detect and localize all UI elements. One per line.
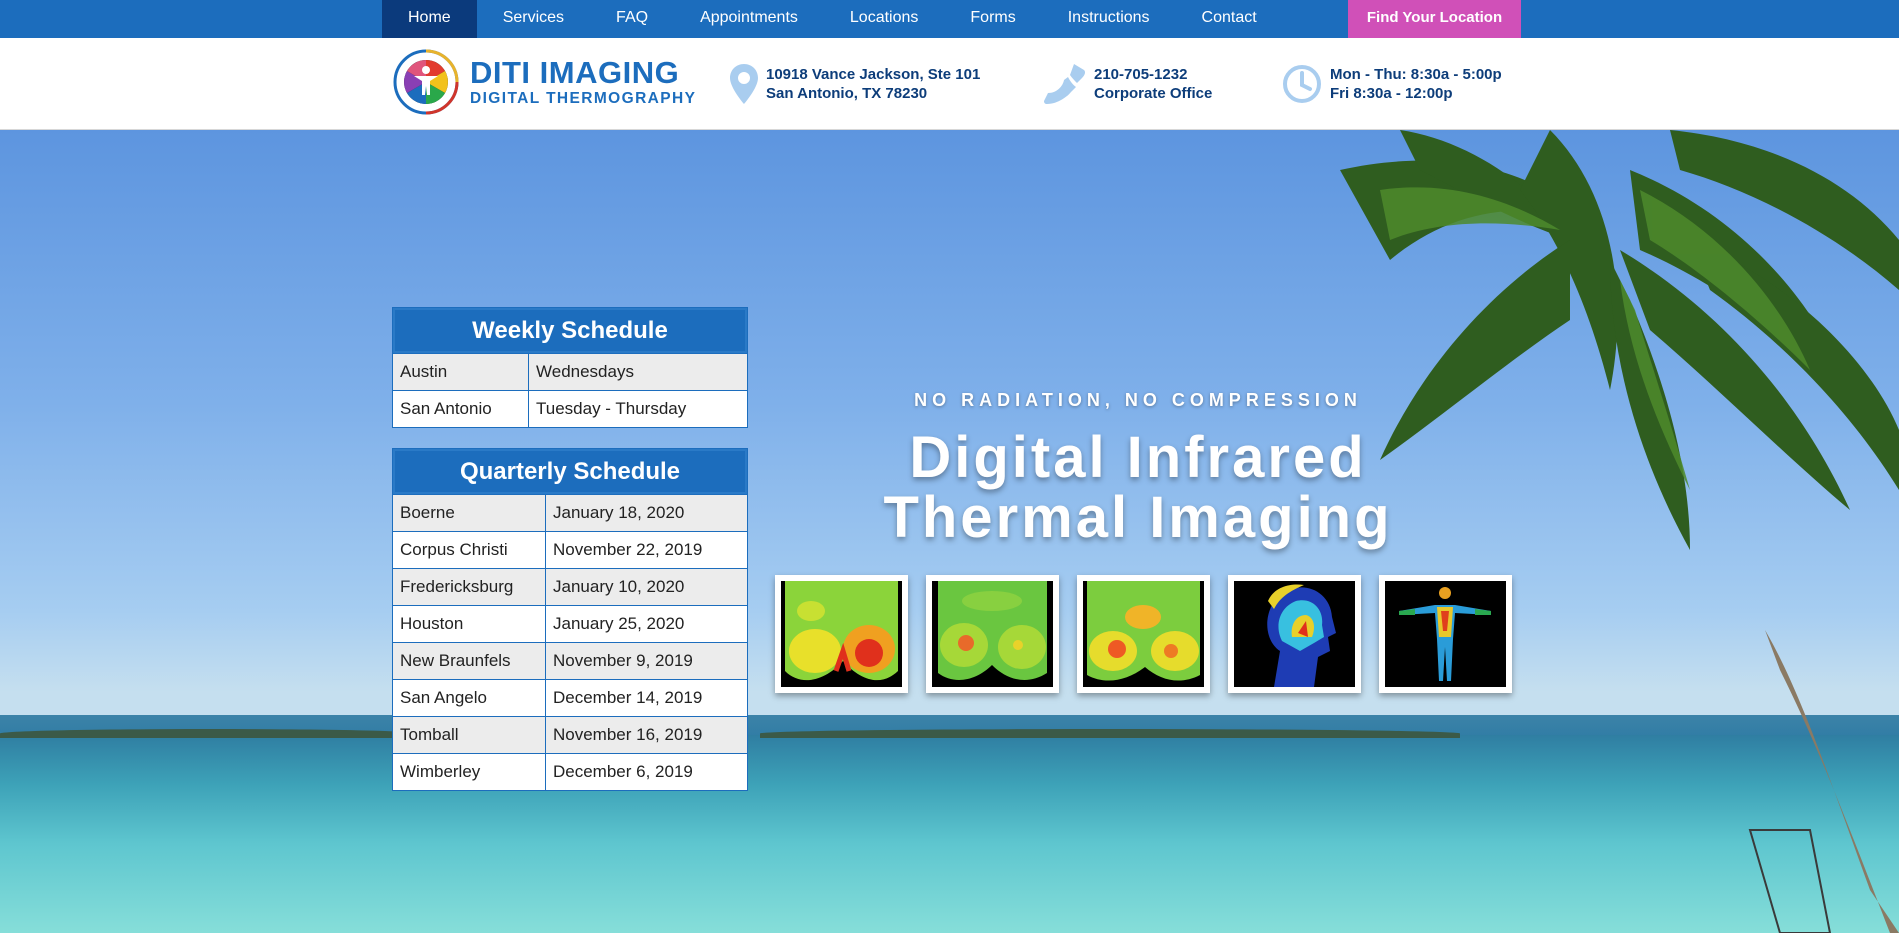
schedule-location: Boerne [392,494,546,532]
thermal-image-chest-1[interactable] [775,575,908,693]
address-line2: San Antonio, TX 78230 [766,85,928,102]
schedule-location: New Braunfels [392,642,546,680]
hours-line2: Fri 8:30a - 12:00p [1330,85,1453,102]
hero-headline: Digital Infrared Thermal Imaging [780,428,1496,548]
table-row: Boerne January 18, 2020 [392,494,748,532]
thermal-image-chest-3[interactable] [1077,575,1210,693]
schedule-location: Austin [392,353,529,391]
weekly-schedule-table: Weekly Schedule Austin Wednesdays San An… [392,307,748,428]
nav-item-home[interactable]: Home [382,0,477,38]
nav-item-appointments[interactable]: Appointments [674,0,824,38]
schedule-date: December 6, 2019 [545,753,748,791]
schedule-date: December 14, 2019 [545,679,748,717]
hero-banner: Weekly Schedule Austin Wednesdays San An… [0,130,1899,933]
site-header: DITI IMAGING DIGITAL THERMOGRAPHY 10918 … [0,38,1899,130]
top-nav: Home Services FAQ Appointments Locations… [0,0,1899,38]
schedule-location: Fredericksburg [392,568,546,606]
schedule-date: November 22, 2019 [545,531,748,569]
nav-item-instructions[interactable]: Instructions [1042,0,1176,38]
hours-line1: Mon - Thu: 8:30a - 5:00p [1330,66,1502,83]
schedule-location: Houston [392,605,546,643]
weekly-schedule-title: Weekly Schedule [392,307,748,354]
schedule-date: January 25, 2020 [545,605,748,643]
table-row: Wimberley December 6, 2019 [392,753,748,791]
map-pin-icon [730,64,758,104]
island-left [0,729,420,738]
schedule-day: Wednesdays [528,353,748,391]
hours-block: Mon - Thu: 8:30a - 5:00p Fri 8:30a - 12:… [1282,64,1502,104]
nav-item-services[interactable]: Services [477,0,590,38]
address-block: 10918 Vance Jackson, Ste 101 San Antonio… [730,64,980,104]
thermal-thumbnails [775,575,1530,693]
nav-item-contact[interactable]: Contact [1176,0,1283,38]
clock-icon [1283,65,1321,103]
nav-menu: Home Services FAQ Appointments Locations… [382,0,1283,38]
schedule-location: Wimberley [392,753,546,791]
thermal-image-head[interactable] [1228,575,1361,693]
table-row: Austin Wednesdays [392,353,748,391]
table-row: New Braunfels November 9, 2019 [392,642,748,680]
phone-number[interactable]: 210-705-1232 [1094,65,1212,84]
hero-headline-line2: Thermal Imaging [883,485,1393,550]
nav-item-faq[interactable]: FAQ [590,0,674,38]
table-row: Tomball November 16, 2019 [392,716,748,754]
phone-icon [1044,64,1086,104]
hero-headline-line1: Digital Infrared [909,425,1367,490]
table-row: San Antonio Tuesday - Thursday [392,390,748,428]
logo-mark-icon [393,49,459,115]
table-row: San Angelo December 14, 2019 [392,679,748,717]
schedule-date: January 18, 2020 [545,494,748,532]
logo[interactable]: DITI IMAGING DIGITAL THERMOGRAPHY [392,48,696,116]
table-row: Houston January 25, 2020 [392,605,748,643]
phone-label: Corporate Office [1094,85,1213,102]
schedule-date: January 10, 2020 [545,568,748,606]
hero-kicker: NO RADIATION, NO COMPRESSION [914,390,1362,410]
logo-title: DITI IMAGING [470,55,680,91]
schedule-location: San Angelo [392,679,546,717]
table-row: Fredericksburg January 10, 2020 [392,568,748,606]
address-line1: 10918 Vance Jackson, Ste 101 [766,66,981,83]
thermal-image-chest-2[interactable] [926,575,1059,693]
nav-item-locations[interactable]: Locations [824,0,945,38]
table-row: Corpus Christi November 22, 2019 [392,531,748,569]
schedule-date: November 9, 2019 [545,642,748,680]
logo-subtitle: DIGITAL THERMOGRAPHY [470,90,697,108]
find-location-button[interactable]: Find Your Location [1348,0,1521,38]
schedule-location: San Antonio [392,390,529,428]
phone-block: 210-705-1232 Corporate Office [1044,64,1212,104]
schedule-location: Tomball [392,716,546,754]
quarterly-schedule-title: Quarterly Schedule [392,448,748,495]
schedule-day: Tuesday - Thursday [528,390,748,428]
quarterly-schedule-table: Quarterly Schedule Boerne January 18, 20… [392,448,748,791]
nav-item-forms[interactable]: Forms [944,0,1041,38]
thermal-image-body[interactable] [1379,575,1512,693]
schedule-date: November 16, 2019 [545,716,748,754]
schedule-location: Corpus Christi [392,531,546,569]
